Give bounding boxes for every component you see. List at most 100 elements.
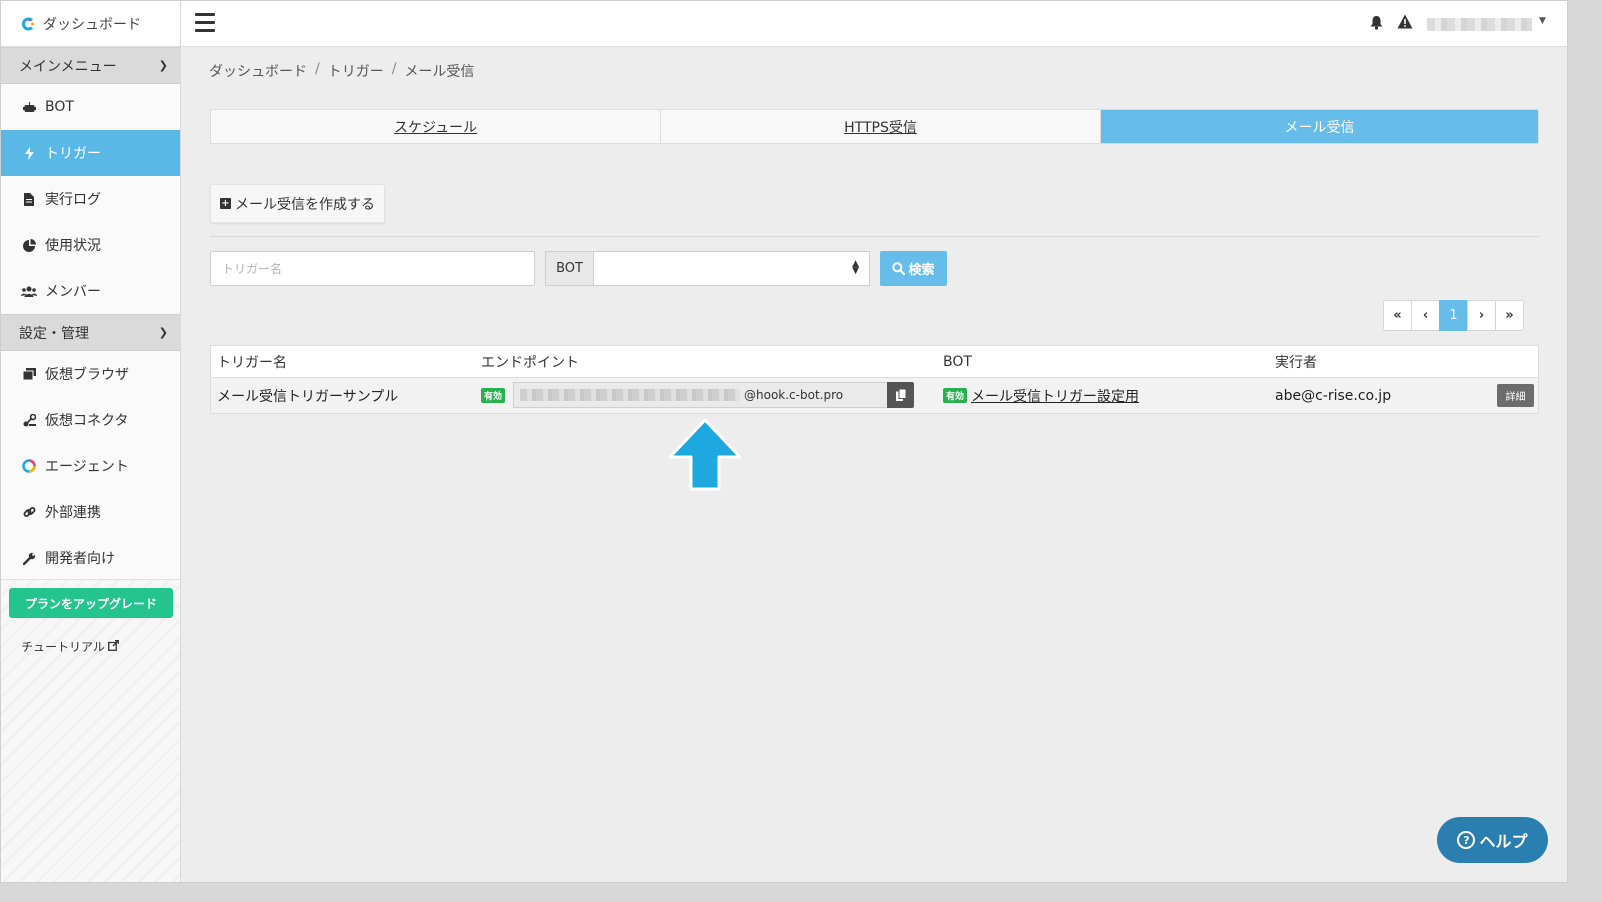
bolt-icon bbox=[21, 146, 37, 160]
bell-icon[interactable] bbox=[1370, 15, 1383, 34]
sidebar-item-label: BOT bbox=[45, 99, 74, 115]
search-icon bbox=[892, 262, 906, 275]
chevron-down-icon: ❯ bbox=[158, 326, 168, 339]
pagination-last-button[interactable]: » bbox=[1495, 300, 1524, 331]
connector-icon bbox=[21, 413, 37, 427]
agent-icon bbox=[21, 459, 37, 473]
pagination-page-current[interactable]: 1 bbox=[1439, 300, 1468, 331]
sidebar-item-label: 使用状況 bbox=[45, 238, 101, 254]
arrow-up-icon bbox=[668, 418, 742, 491]
trigger-name-cell: メール受信トリガーサンプル bbox=[217, 388, 399, 405]
file-icon bbox=[21, 192, 37, 206]
sidebar-item-integrations[interactable]: 外部連携 bbox=[1, 489, 180, 535]
upgrade-plan-button[interactable]: プランをアップグレード bbox=[9, 588, 173, 618]
breadcrumb-item[interactable]: トリガー bbox=[328, 61, 384, 81]
breadcrumb: ダッシュボード / トリガー / メール受信 bbox=[209, 61, 474, 81]
sidebar-item-label: 仮想ブラウザ bbox=[45, 367, 129, 383]
caret-down-icon[interactable]: ▼ bbox=[1539, 16, 1546, 26]
pie-chart-icon bbox=[21, 238, 37, 252]
wrench-icon bbox=[21, 552, 37, 565]
sidebar-item-agent[interactable]: エージェント bbox=[1, 443, 180, 489]
main-content: ダッシュボード / トリガー / メール受信 スケジュール HTTPS受信 メー… bbox=[181, 47, 1567, 882]
users-icon bbox=[21, 286, 37, 297]
bot-filter-label: BOT bbox=[545, 251, 594, 286]
tab-mail[interactable]: メール受信 bbox=[1101, 110, 1538, 143]
bot-link[interactable]: メール受信トリガー設定用 bbox=[971, 386, 1139, 406]
sidebar-item-usage[interactable]: 使用状況 bbox=[1, 222, 180, 268]
table-header-row: トリガー名 エンドポイント BOT 実行者 bbox=[211, 346, 1538, 378]
tutorial-link[interactable]: チュートリアル bbox=[21, 638, 119, 655]
tutorial-label: チュートリアル bbox=[21, 640, 105, 654]
breadcrumb-separator: / bbox=[315, 61, 320, 77]
hamburger-menu-icon[interactable] bbox=[195, 13, 215, 33]
pagination-first-button[interactable]: « bbox=[1383, 300, 1412, 331]
trigger-type-tabs: スケジュール HTTPS受信 メール受信 bbox=[210, 109, 1539, 144]
tab-schedule[interactable]: スケジュール bbox=[211, 110, 661, 143]
brand-title: ダッシュボード bbox=[43, 16, 141, 33]
pagination-next-button[interactable]: › bbox=[1467, 300, 1496, 331]
sidebar-item-label: 開発者向け bbox=[45, 551, 115, 567]
create-mail-trigger-button[interactable]: + メール受信を作成する bbox=[210, 184, 385, 223]
help-button[interactable]: ? ヘルプ bbox=[1437, 817, 1548, 863]
column-header: トリガー名 bbox=[217, 354, 287, 371]
copy-button[interactable] bbox=[887, 382, 914, 408]
table-row: メール受信トリガーサンプル 有効 @hook.c-bot.pro 有効 メール受… bbox=[211, 378, 1538, 413]
robot-icon bbox=[21, 101, 37, 113]
top-bar: ▼ bbox=[181, 1, 1567, 47]
sidebar-item-log[interactable]: 実行ログ bbox=[1, 176, 180, 222]
brand-link[interactable]: ダッシュボード bbox=[1, 1, 180, 47]
divider bbox=[210, 236, 1539, 237]
copy-icon bbox=[895, 389, 906, 401]
detail-button[interactable]: 詳細 bbox=[1497, 384, 1534, 407]
column-header: エンドポイント bbox=[481, 354, 579, 371]
sidebar-item-label: メンバー bbox=[45, 284, 101, 300]
sidebar-item-members[interactable]: メンバー bbox=[1, 268, 180, 314]
create-button-label: メール受信を作成する bbox=[235, 196, 375, 213]
search-button-label: 検索 bbox=[908, 263, 935, 278]
help-label: ヘルプ bbox=[1479, 832, 1528, 851]
main-menu-header[interactable]: メインメニュー ❯ bbox=[1, 47, 180, 84]
settings-header[interactable]: 設定・管理 ❯ bbox=[1, 314, 180, 351]
sidebar-item-trigger[interactable]: トリガー bbox=[1, 130, 180, 176]
pagination-prev-button[interactable]: ‹ bbox=[1411, 300, 1440, 331]
sidebar-item-label: 仮想コネクタ bbox=[45, 413, 129, 429]
column-header: BOT bbox=[943, 353, 972, 370]
chevron-down-icon: ❯ bbox=[158, 59, 168, 72]
select-arrows-icon: ▲ ▼ bbox=[852, 259, 859, 276]
external-link-icon bbox=[107, 639, 119, 654]
bot-select[interactable]: ▲ ▼ bbox=[593, 251, 870, 286]
status-badge: 有効 bbox=[481, 388, 506, 403]
sidebar-item-label: トリガー bbox=[45, 146, 101, 162]
sidebar-item-bot[interactable]: BOT bbox=[1, 84, 180, 130]
logo-icon bbox=[22, 17, 35, 30]
question-icon: ? bbox=[1457, 831, 1476, 849]
sidebar-item-virtual-browser[interactable]: 仮想ブラウザ bbox=[1, 351, 180, 397]
endpoint-domain: @hook.c-bot.pro bbox=[744, 388, 844, 402]
breadcrumb-item[interactable]: ダッシュボード bbox=[209, 61, 307, 81]
warning-icon[interactable] bbox=[1397, 14, 1413, 33]
endpoint-field[interactable]: @hook.c-bot.pro bbox=[513, 382, 888, 408]
bot-cell: 有効 メール受信トリガー設定用 bbox=[943, 386, 1139, 406]
sidebar-item-label: 外部連携 bbox=[45, 505, 101, 521]
column-header: 実行者 bbox=[1275, 354, 1317, 371]
sidebar-item-label: 実行ログ bbox=[45, 192, 101, 208]
executor-cell: abe@c-rise.co.jp bbox=[1275, 387, 1392, 404]
settings-label: 設定・管理 bbox=[19, 325, 89, 342]
endpoint-obscured-part bbox=[520, 389, 740, 401]
trigger-table: トリガー名 エンドポイント BOT 実行者 メール受信トリガーサンプル 有効 @… bbox=[210, 345, 1539, 414]
bot-status-badge: 有効 bbox=[943, 388, 968, 403]
search-form: BOT ▲▼ 検索 bbox=[210, 251, 950, 286]
trigger-name-input[interactable] bbox=[210, 251, 535, 286]
search-button[interactable]: 検索 bbox=[880, 251, 947, 286]
sidebar-item-virtual-connector[interactable]: 仮想コネクタ bbox=[1, 397, 180, 443]
breadcrumb-item-current: メール受信 bbox=[404, 64, 475, 80]
user-menu-obscured[interactable] bbox=[1427, 18, 1532, 31]
app-window: ダッシュボード メインメニュー ❯ BOT トリガー 実行ログ 使用状況 メンバ… bbox=[0, 0, 1568, 883]
tab-https[interactable]: HTTPS受信 bbox=[661, 110, 1101, 143]
breadcrumb-separator: / bbox=[391, 61, 397, 77]
sidebar: ダッシュボード メインメニュー ❯ BOT トリガー 実行ログ 使用状況 メンバ… bbox=[1, 1, 181, 882]
pagination: « ‹ 1 › » bbox=[1383, 300, 1524, 331]
sidebar-item-developers[interactable]: 開発者向け bbox=[1, 535, 180, 581]
main-menu-label: メインメニュー bbox=[19, 58, 117, 75]
sidebar-footer: プランをアップグレード チュートリアル bbox=[1, 579, 180, 882]
